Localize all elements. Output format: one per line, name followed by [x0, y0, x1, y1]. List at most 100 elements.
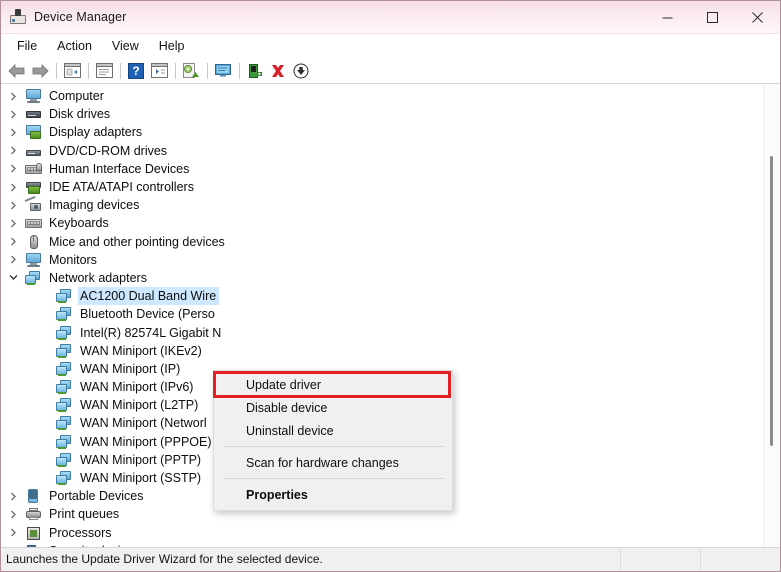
printer-icon	[25, 506, 42, 522]
tree-item-label: WAN Miniport (IP)	[80, 361, 181, 376]
tree-item-label: Monitors	[49, 252, 97, 267]
tree-item-human-interface-devices[interactable]: Human Interface Devices	[1, 160, 764, 178]
status-bar: Launches the Update Driver Wizard for th…	[1, 547, 780, 571]
hid-icon	[25, 161, 42, 177]
chevron-right-icon[interactable]	[5, 88, 21, 104]
scrollbar-thumb[interactable]	[770, 156, 773, 446]
tree-item-wan-miniport-ikev2[interactable]: WAN Miniport (IKEv2)	[1, 342, 764, 360]
device-manager-icon	[10, 9, 26, 25]
chevron-right-icon[interactable]	[5, 234, 21, 250]
context-update-driver[interactable]: Update driver	[214, 373, 452, 396]
context-uninstall-device[interactable]: Uninstall device	[214, 419, 452, 442]
tree-item-label: DVD/CD-ROM drives	[49, 143, 168, 158]
processor-icon	[25, 525, 42, 541]
context-disable-device[interactable]: Disable device	[214, 396, 452, 419]
tree-item-label: WAN Miniport (SSTP)	[80, 471, 202, 486]
chevron-right-icon[interactable]	[5, 124, 21, 140]
computer-icon	[25, 88, 42, 104]
tree-item-label: Disk drives	[49, 107, 111, 122]
toolbar: ?	[1, 58, 780, 84]
chevron-right-icon[interactable]	[5, 252, 21, 268]
tree-item-label: Computer	[49, 89, 104, 104]
context-menu-separator	[224, 446, 444, 447]
tree-item-label: Keyboards	[49, 216, 109, 231]
network-adapter-icon	[56, 379, 73, 395]
console-tree-icon[interactable]	[61, 60, 83, 82]
svg-text:?: ?	[132, 64, 139, 78]
device-manager-window: Device Manager File Action View Help ? C…	[0, 0, 781, 572]
tree-item-disk-drives[interactable]: Disk drives	[1, 105, 764, 123]
chevron-right-icon[interactable]	[5, 215, 21, 231]
display-adapter-icon	[25, 124, 42, 140]
maximize-button[interactable]	[690, 1, 735, 33]
menu-action[interactable]: Action	[47, 36, 102, 56]
tree-item-bluetooth-device[interactable]: Bluetooth Device (Perso	[1, 305, 764, 323]
network-adapter-icon	[56, 288, 73, 304]
scan-monitor-icon[interactable]	[212, 60, 234, 82]
vertical-scrollbar[interactable]	[763, 84, 780, 550]
context-menu-separator	[224, 478, 444, 479]
tree-item-imaging-devices[interactable]: Imaging devices	[1, 196, 764, 214]
down-arrow-circle-icon[interactable]	[290, 60, 312, 82]
context-properties[interactable]: Properties	[214, 483, 452, 506]
chevron-down-icon[interactable]	[5, 270, 21, 286]
toolbar-separator	[88, 62, 89, 79]
chevron-right-icon[interactable]	[5, 106, 21, 122]
tree-item-label: Portable Devices	[49, 489, 144, 504]
chevron-right-icon[interactable]	[5, 197, 21, 213]
tree-item-processors[interactable]: Processors	[1, 524, 764, 542]
network-adapter-icon	[56, 343, 73, 359]
window-list-icon[interactable]	[148, 60, 170, 82]
help-question-icon[interactable]: ?	[125, 60, 147, 82]
tree-item-keyboards[interactable]: Keyboards	[1, 214, 764, 232]
menu-view[interactable]: View	[102, 36, 149, 56]
tree-item-network-adapters[interactable]: Network adapters	[1, 269, 764, 287]
menu-file[interactable]: File	[7, 36, 47, 56]
tree-item-monitors[interactable]: Monitors	[1, 251, 764, 269]
tree-item-label: WAN Miniport (Networl	[80, 416, 207, 431]
tree-item-display-adapters[interactable]: Display adapters	[1, 123, 764, 141]
properties-window-icon[interactable]	[93, 60, 115, 82]
back-button[interactable]	[6, 60, 28, 82]
network-adapter-icon	[25, 270, 42, 286]
device-tree-panel: Computer Disk drives Display adapters DV…	[1, 84, 780, 550]
minimize-button[interactable]	[645, 1, 690, 33]
menu-help[interactable]: Help	[149, 36, 195, 56]
tree-item-label: Bluetooth Device (Perso	[80, 307, 215, 322]
close-button[interactable]	[735, 1, 780, 33]
context-menu[interactable]: Update driver Disable device Uninstall d…	[213, 370, 453, 511]
tree-item-label: Human Interface Devices	[49, 161, 190, 176]
portable-device-icon	[25, 488, 42, 504]
tree-item-ac1200-dual-band-wireless[interactable]: AC1200 Dual Band Wire	[1, 287, 764, 306]
red-x-icon[interactable]	[267, 60, 289, 82]
tree-item-computer[interactable]: Computer	[1, 87, 764, 105]
chevron-right-icon[interactable]	[5, 143, 21, 159]
status-pane-2	[701, 549, 780, 570]
tree-item-label: Display adapters	[49, 125, 143, 140]
toolbar-separator	[207, 62, 208, 79]
tree-item-label: Processors	[49, 525, 112, 540]
chevron-right-icon[interactable]	[5, 179, 21, 195]
tree-item-label: WAN Miniport (IPv6)	[80, 380, 194, 395]
tree-item-dvd-cd-rom-drives[interactable]: DVD/CD-ROM drives	[1, 142, 764, 160]
tree-item-intel-82574l-gigabit[interactable]: Intel(R) 82574L Gigabit N	[1, 323, 764, 341]
menu-bar: File Action View Help	[1, 34, 780, 58]
update-driver-icon[interactable]	[180, 60, 202, 82]
tree-item-label: AC1200 Dual Band Wire	[78, 287, 220, 306]
chevron-right-icon[interactable]	[5, 506, 21, 522]
mouse-icon	[25, 234, 42, 250]
chevron-right-icon[interactable]	[5, 525, 21, 541]
window-title: Device Manager	[34, 10, 127, 24]
toolbar-separator	[56, 62, 57, 79]
network-adapter-icon	[56, 470, 73, 486]
forward-button[interactable]	[29, 60, 51, 82]
tree-item-label: Network adapters	[49, 270, 147, 285]
tree-item-mice-and-other-pointing-devices[interactable]: Mice and other pointing devices	[1, 233, 764, 251]
tree-item-ide-ata-atapi-controllers[interactable]: IDE ATA/ATAPI controllers	[1, 178, 764, 196]
network-adapter-icon	[56, 325, 73, 341]
chevron-right-icon[interactable]	[5, 161, 21, 177]
chevron-right-icon[interactable]	[5, 488, 21, 504]
context-scan-hardware-changes[interactable]: Scan for hardware changes	[214, 451, 452, 474]
tree-item-label: Imaging devices	[49, 198, 140, 213]
uninstall-device-icon[interactable]	[244, 60, 266, 82]
